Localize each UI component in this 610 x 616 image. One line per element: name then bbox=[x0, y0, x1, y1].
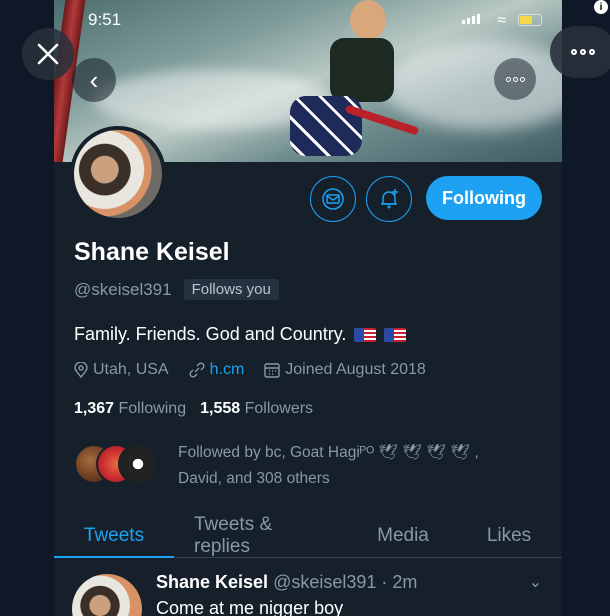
followed-by-line1: Followed by bc, Goat Hagiᴾᴼ 🕊︎ 🕊︎ 🕊︎ 🕊︎ … bbox=[178, 444, 479, 461]
notifications-button[interactable] bbox=[366, 176, 412, 222]
profile-meta: Utah, USA h.cm Joined August 2018 bbox=[74, 361, 426, 379]
calendar-icon bbox=[264, 363, 280, 378]
profile-avatar[interactable] bbox=[70, 126, 166, 222]
joined-text: Joined August 2018 bbox=[285, 361, 426, 378]
tweet-author: Shane Keisel bbox=[156, 572, 269, 592]
us-flag-icon bbox=[384, 327, 407, 342]
back-icon: ‹ bbox=[89, 64, 99, 95]
tab-tweets-replies[interactable]: Tweets & replies bbox=[174, 514, 350, 557]
banner-wave bbox=[384, 40, 562, 130]
profile-handle-row: @skeisel391 Follows you bbox=[74, 279, 279, 300]
followers-count: 1,558 bbox=[200, 400, 241, 417]
profile-screenshot: 9:51 ≈ ‹ Following Shane Keisel @skeisel… bbox=[54, 0, 562, 616]
followers-label: Followers bbox=[244, 400, 314, 417]
followed-by-avatars[interactable] bbox=[74, 444, 166, 486]
profile-tabs: Tweets Tweets & replies Media Likes bbox=[54, 514, 562, 558]
close-button[interactable] bbox=[22, 28, 74, 80]
tweet-handle-time: @skeisel391 · 2m bbox=[273, 572, 418, 592]
status-bar: 9:51 ≈ bbox=[54, 10, 562, 32]
follow-stats: 1,367 Following 1,558 Followers bbox=[74, 400, 313, 418]
more-button[interactable] bbox=[550, 26, 610, 78]
battery-icon bbox=[518, 14, 542, 26]
profile-more-button[interactable] bbox=[494, 58, 536, 100]
profile-handle: @skeisel391 bbox=[74, 279, 172, 299]
info-icon[interactable]: i bbox=[594, 0, 608, 14]
back-button[interactable]: ‹ bbox=[72, 58, 116, 102]
follower-avatar bbox=[118, 444, 158, 484]
website-link[interactable]: h.cm bbox=[210, 361, 245, 379]
link-icon bbox=[189, 362, 205, 378]
us-flag-icon bbox=[354, 327, 377, 342]
bell-plus-icon bbox=[381, 189, 398, 209]
close-icon bbox=[37, 43, 59, 65]
chevron-down-icon[interactable]: ⌄ bbox=[529, 572, 542, 592]
tab-likes[interactable]: Likes bbox=[456, 514, 562, 557]
joined-item: Joined August 2018 bbox=[264, 361, 426, 379]
following-button[interactable]: Following bbox=[426, 176, 542, 220]
tweet-item[interactable]: Shane Keisel @skeisel391 · 2m ⌄ Come at … bbox=[54, 558, 562, 616]
tab-media[interactable]: Media bbox=[350, 514, 456, 557]
location-icon bbox=[74, 362, 88, 378]
signal-icon bbox=[462, 14, 480, 24]
followed-by-line2: David, and 308 others bbox=[178, 470, 330, 487]
message-button[interactable] bbox=[310, 176, 356, 222]
following-count: 1,367 bbox=[74, 400, 115, 417]
more-icon bbox=[571, 49, 577, 55]
mail-icon bbox=[322, 188, 344, 210]
profile-bio: Family. Friends. God and Country. bbox=[74, 324, 407, 345]
location-item: Utah, USA bbox=[74, 361, 169, 379]
profile-name: Shane Keisel bbox=[74, 238, 230, 266]
location-text: Utah, USA bbox=[93, 361, 169, 378]
tab-tweets[interactable]: Tweets bbox=[54, 514, 174, 558]
following-label: Following bbox=[118, 400, 187, 417]
followers-stat[interactable]: 1,558 Followers bbox=[200, 400, 313, 418]
tweet-header: Shane Keisel @skeisel391 · 2m bbox=[156, 572, 417, 593]
bio-text: Family. Friends. God and Country. bbox=[74, 324, 347, 344]
follows-you-badge: Follows you bbox=[183, 279, 279, 300]
wifi-icon: ≈ bbox=[497, 12, 506, 29]
website-item[interactable]: h.cm bbox=[189, 361, 245, 379]
tweet-avatar[interactable] bbox=[72, 574, 142, 616]
followed-by-text[interactable]: Followed by bc, Goat Hagiᴾᴼ 🕊︎ 🕊︎ 🕊︎ 🕊︎ … bbox=[178, 440, 548, 492]
tweet-text: Come at me nigger boy bbox=[156, 598, 344, 616]
following-stat[interactable]: 1,367 Following bbox=[74, 400, 186, 418]
status-time: 9:51 bbox=[88, 10, 122, 29]
